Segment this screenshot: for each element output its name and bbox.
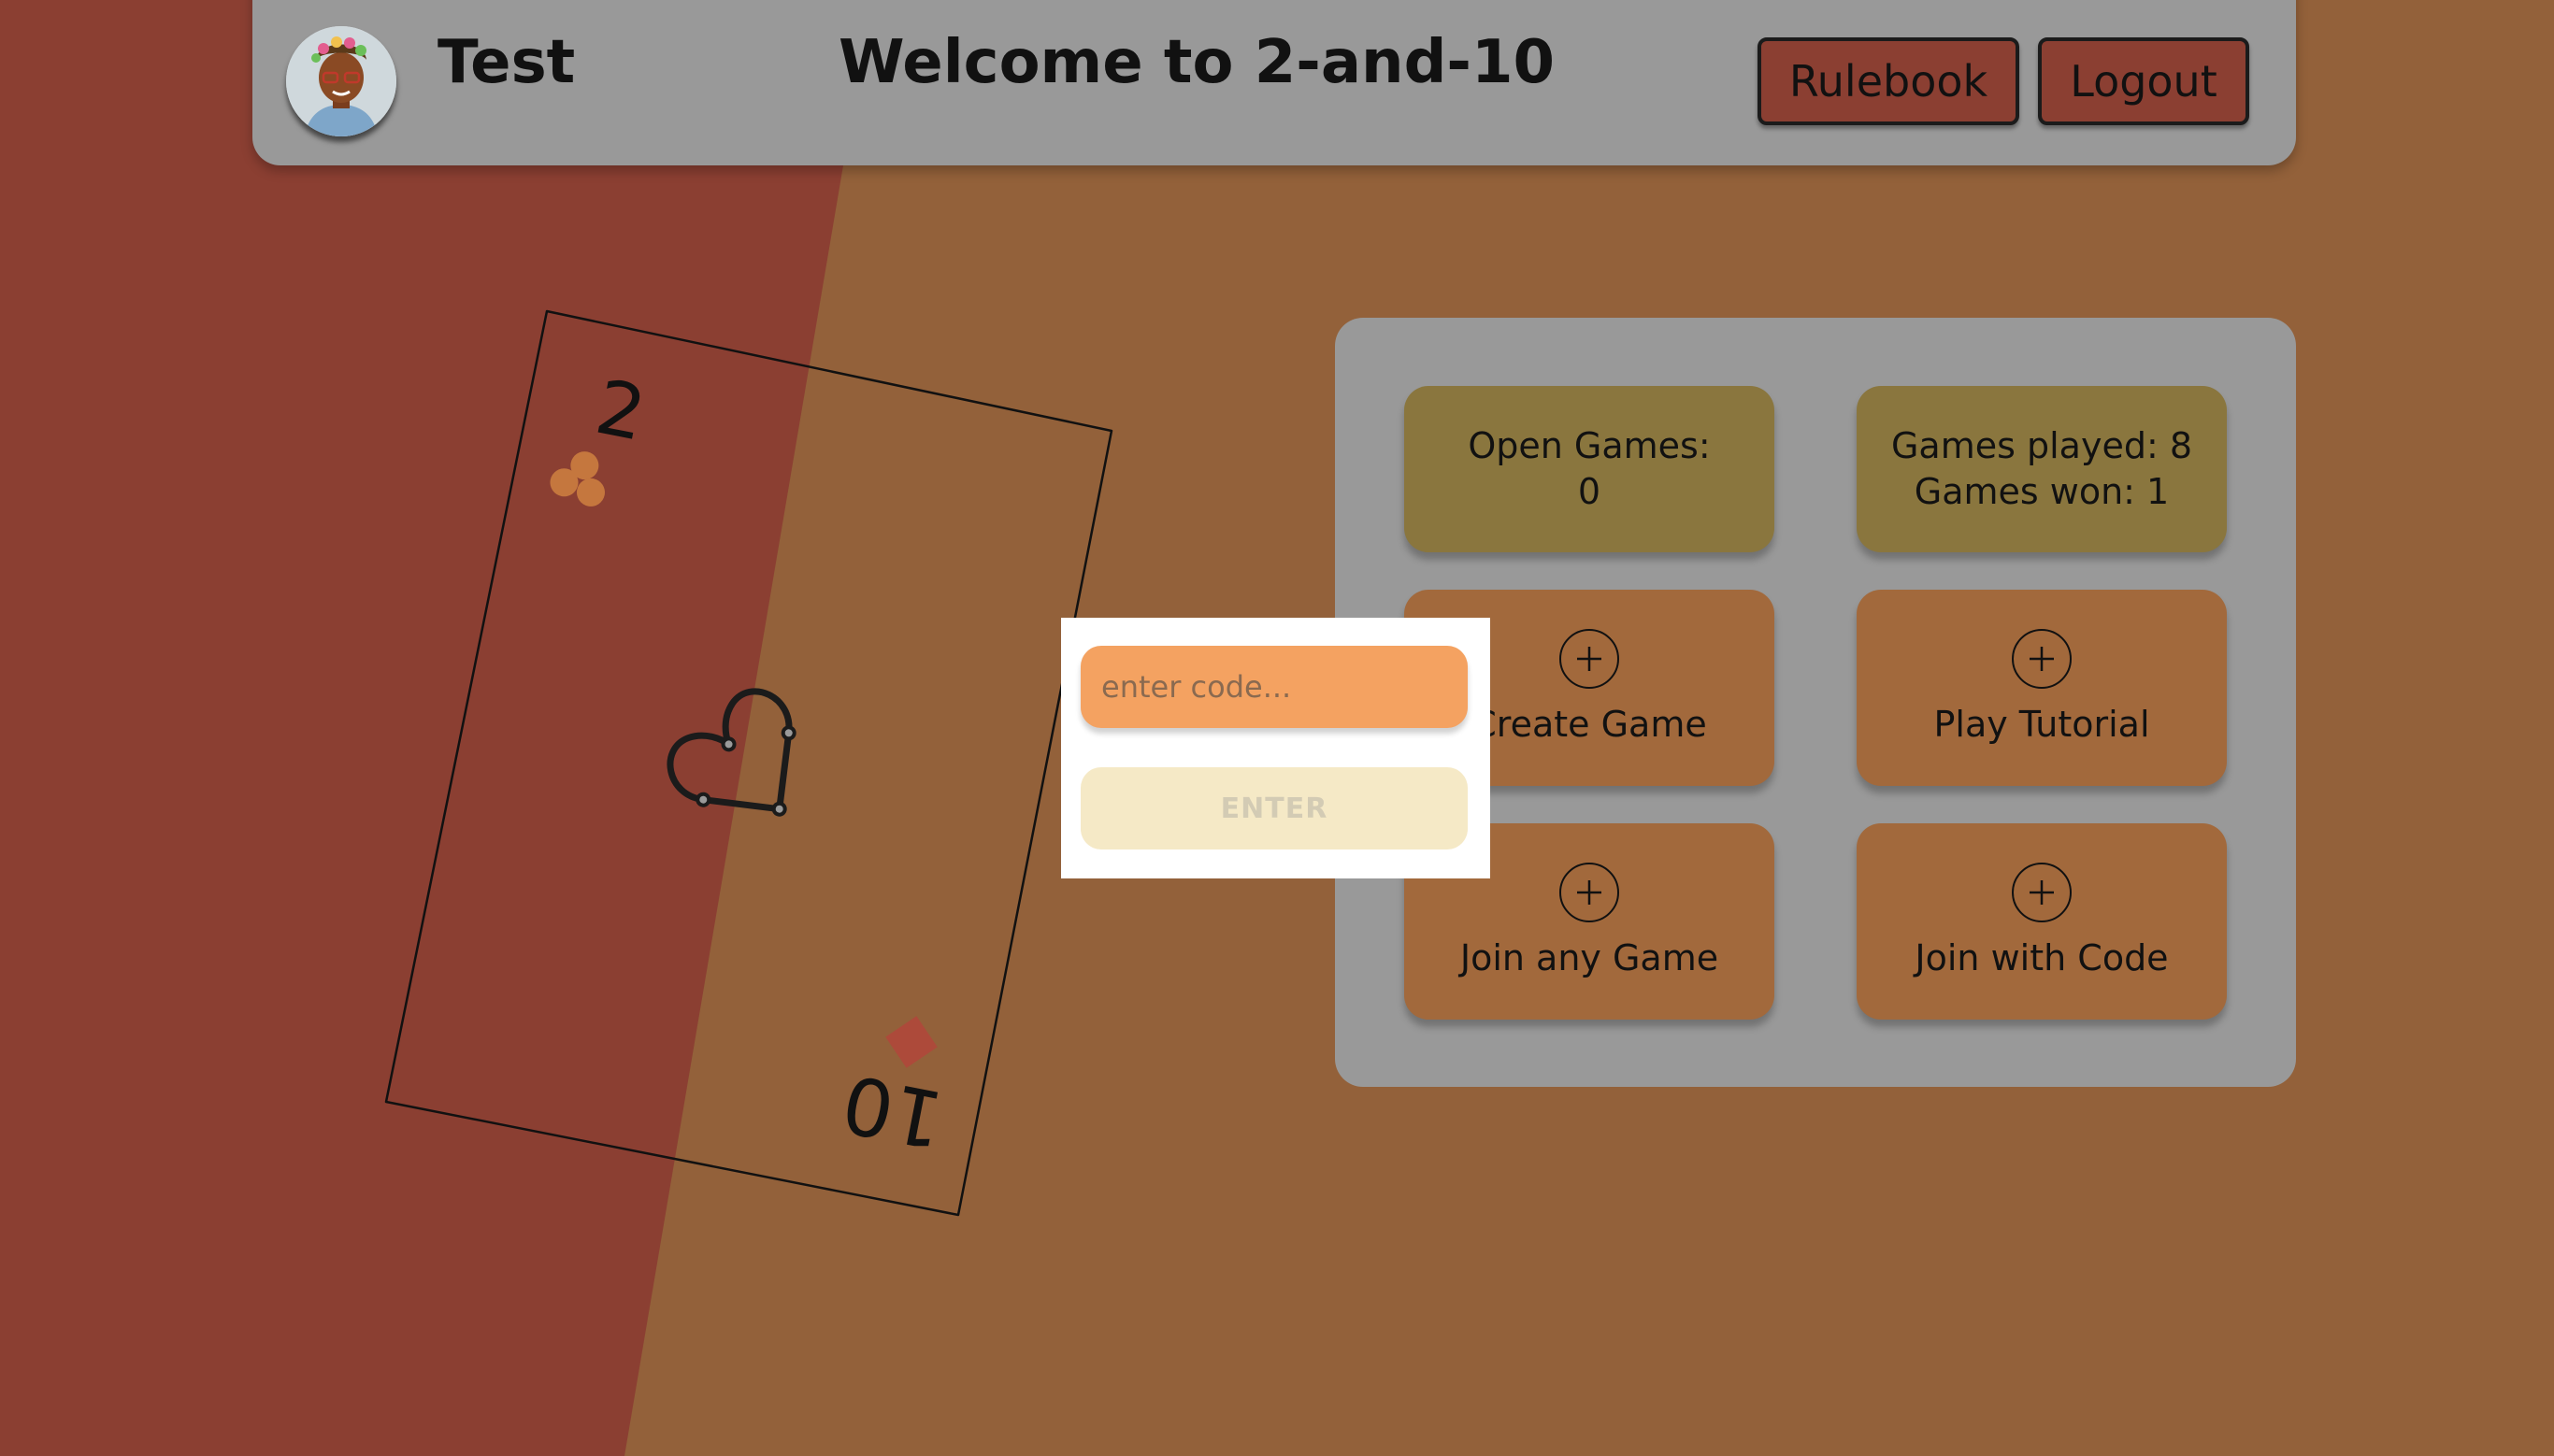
player-stats-tile: Games played: 8 Games won: 1: [1857, 386, 2227, 552]
plus-icon: [1559, 862, 1619, 922]
create-game-label: Create Game: [1471, 703, 1707, 745]
card-top-rank: 2: [589, 364, 653, 458]
games-played: Games played: 8: [1890, 425, 2193, 466]
play-tutorial-label: Play Tutorial: [1933, 703, 2150, 745]
play-tutorial-button[interactable]: Play Tutorial: [1857, 590, 2227, 786]
card-bottom-rank: 10: [835, 1057, 951, 1166]
club-icon: [550, 451, 605, 507]
top-header: Test Welcome to 2-and-10 Rulebook Logout: [252, 0, 2296, 165]
heart-outline-icon: [667, 688, 796, 817]
open-games-value: 0: [1577, 471, 1601, 512]
enter-button[interactable]: ENTER: [1081, 767, 1468, 849]
avatar[interactable]: [286, 26, 396, 136]
diamond-icon: [885, 1016, 938, 1068]
join-with-code-button[interactable]: Join with Code: [1857, 823, 2227, 1020]
code-input[interactable]: [1081, 646, 1468, 728]
open-games-label: Open Games:: [1468, 425, 1711, 466]
join-any-game-label: Join any Game: [1459, 936, 1719, 978]
join-code-popup: ENTER: [1061, 618, 1490, 878]
plus-icon: [1559, 628, 1619, 689]
page-title-text: Welcome to 2-and-10: [838, 28, 1556, 97]
rulebook-button[interactable]: Rulebook: [1758, 37, 2019, 125]
join-with-code-label: Join with Code: [1915, 936, 2169, 978]
games-won: Games won: 1: [1914, 471, 2170, 512]
plus-icon: [2012, 862, 2072, 922]
username: Test: [438, 28, 576, 97]
card-outline: [384, 309, 1113, 1217]
open-games-tile: Open Games: 0: [1404, 386, 1774, 552]
plus-icon: [2012, 628, 2072, 689]
logout-button[interactable]: Logout: [2038, 37, 2249, 125]
